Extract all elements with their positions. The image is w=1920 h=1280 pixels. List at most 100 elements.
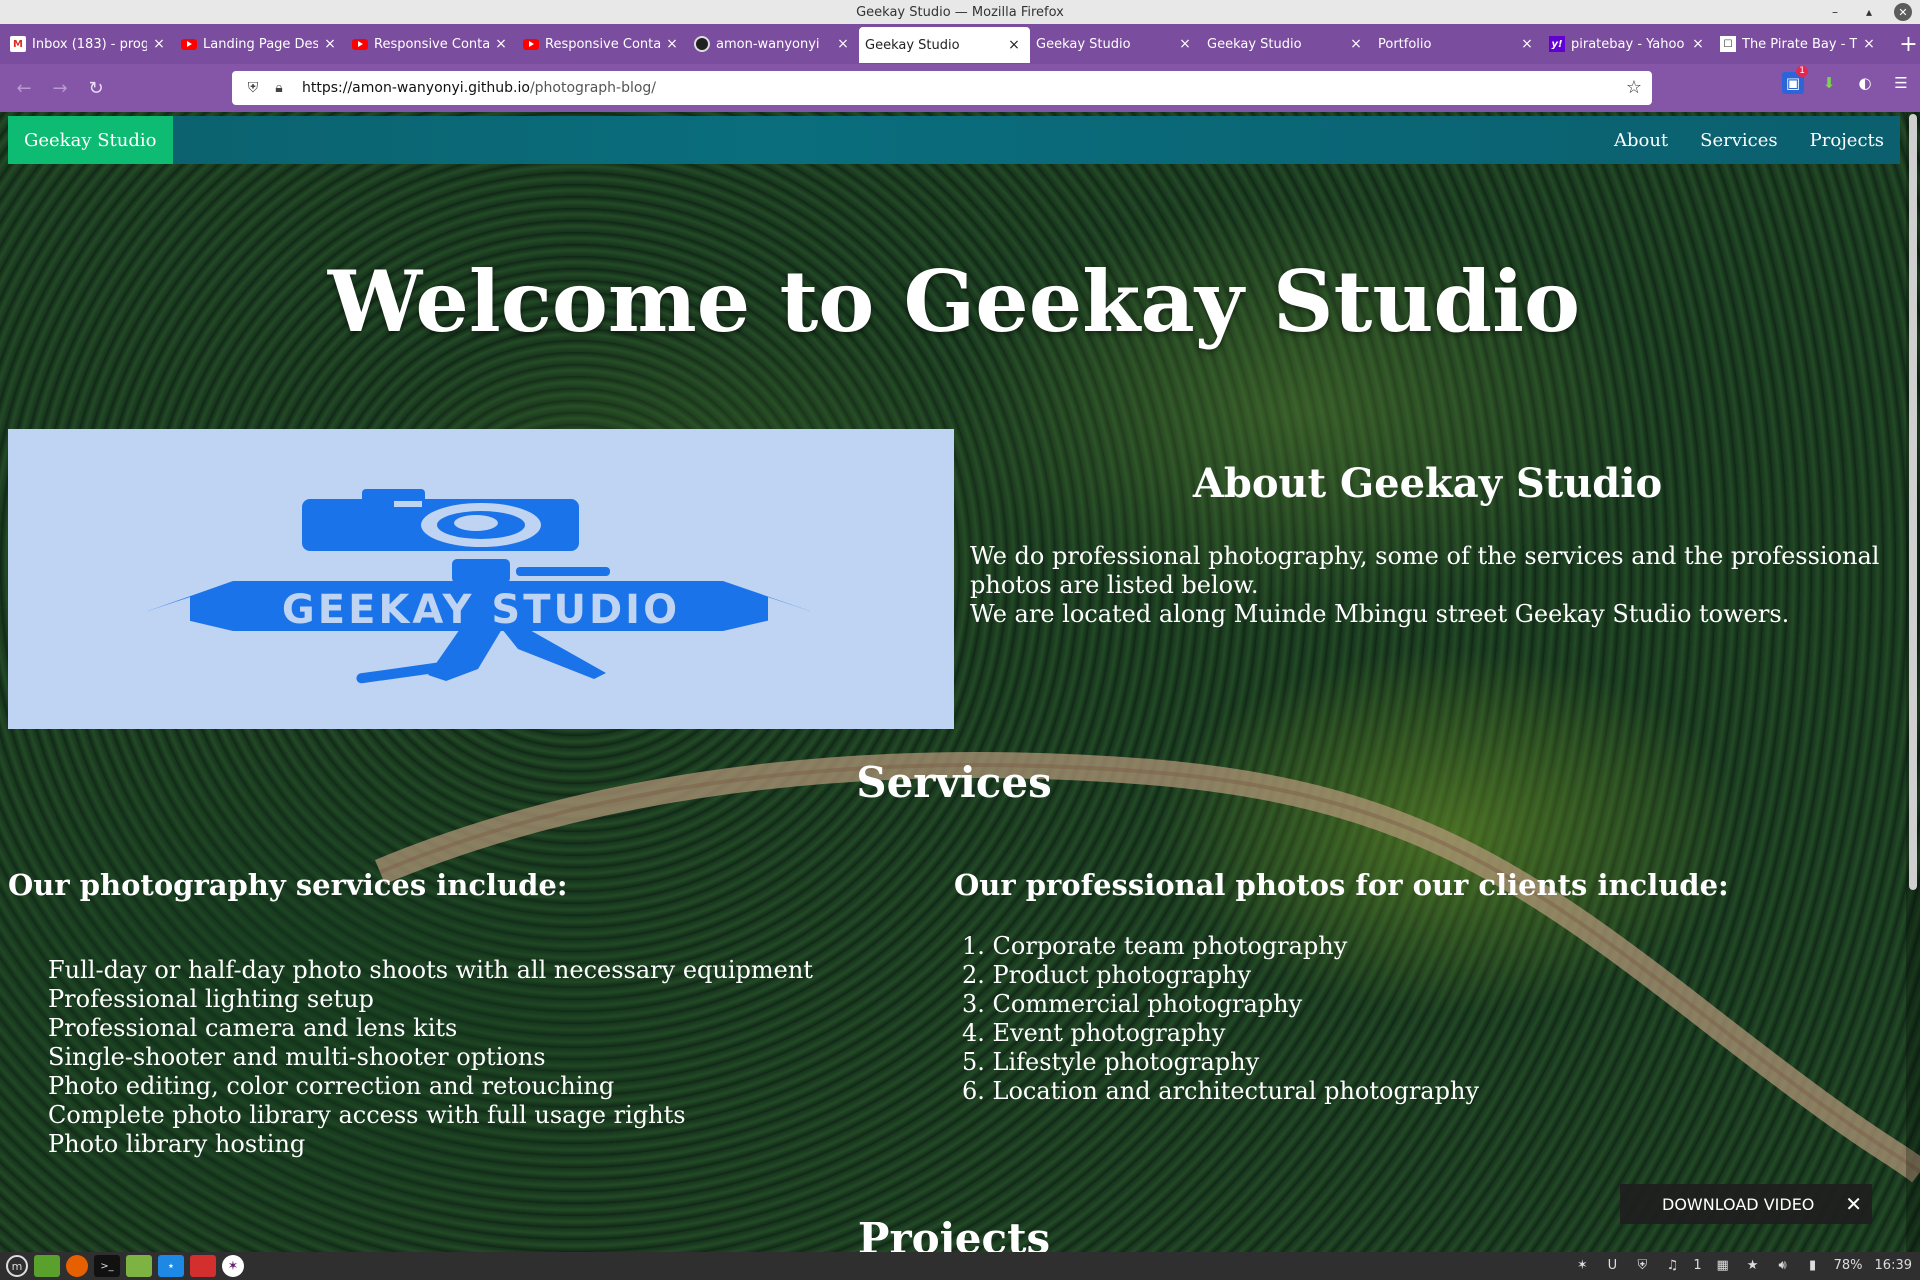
scrollbar[interactable] (1906, 112, 1920, 1252)
list-item: Professional lighting setup (48, 985, 374, 1013)
close-tab-icon[interactable]: × (1006, 37, 1022, 53)
tab-title: Responsive Contac (545, 36, 660, 52)
bookmark-star-icon[interactable]: ☆ (1626, 77, 1642, 98)
shield-icon[interactable]: ⛨ (242, 77, 264, 99)
close-icon[interactable]: ✕ (1845, 1192, 1862, 1216)
site-brand-link[interactable]: Geekay Studio (8, 116, 173, 164)
clipboard-icon[interactable]: ▦ (1714, 1256, 1732, 1274)
browser-tab[interactable]: M Inbox (183) - progr × (4, 27, 175, 61)
nav-link-about[interactable]: About (1614, 130, 1668, 151)
volume-icon[interactable]: 🔊︎ (1774, 1256, 1792, 1274)
maximize-icon[interactable]: ▴ (1860, 3, 1878, 21)
services-right-title: Our professional photos for our clients … (954, 868, 1729, 902)
browser-tab[interactable]: Geekay Studio × (859, 27, 1030, 63)
hero-title: Welcome to Geekay Studio (327, 252, 1581, 351)
close-tab-icon[interactable]: × (1348, 36, 1364, 52)
network-icon[interactable]: ★ (1744, 1256, 1762, 1274)
tab-title: The Pirate Bay - Th (1742, 36, 1857, 52)
magnet-icon[interactable]: U (1603, 1256, 1621, 1274)
close-tab-icon[interactable]: × (1519, 36, 1535, 52)
browser-tab[interactable]: Responsive Contac × (346, 27, 517, 61)
download-video-label[interactable]: DOWNLOAD VIDEO (1662, 1195, 1814, 1214)
extension-badge: 1 (1796, 66, 1808, 77)
logo-text: GEEKAY STUDIO (282, 587, 680, 633)
browser-tab[interactable]: Portfolio × (1372, 27, 1543, 61)
services-title: Services (856, 758, 1052, 807)
browser-tab[interactable]: amon-wanyonyi × (688, 27, 859, 61)
clock[interactable]: 16:39 (1875, 1258, 1912, 1273)
battery-icon[interactable]: ▮ (1804, 1256, 1822, 1274)
back-arrow-icon[interactable]: ← (6, 70, 42, 106)
shield-tray-icon[interactable]: ⛨ (1633, 1256, 1651, 1274)
page-viewport: Geekay Studio About Services Projects We… (0, 112, 1920, 1252)
extension-mask-icon[interactable]: ◐ (1854, 72, 1876, 94)
camera-logo-icon: GEEKAY STUDIO (148, 489, 810, 684)
browser-tab[interactable]: Geekay Studio × (1201, 27, 1372, 61)
start-menu-icon[interactable]: m (6, 1255, 28, 1277)
list-item: Photo editing, color correction and reto… (48, 1072, 615, 1100)
window-titlebar: Geekay Studio — Mozilla Firefox – ▴ ✕ (0, 0, 1920, 24)
close-tab-icon[interactable]: × (493, 36, 509, 52)
url-bar[interactable]: ⛨ 🔒︎ https://amon-wanyonyi.github.io/pho… (232, 71, 1652, 105)
about-line-1: We do professional photography, some of … (970, 542, 1880, 599)
browser-toolbar: ← → ↻ ⛨ 🔒︎ https://amon-wanyonyi.github.… (0, 64, 1920, 112)
nav-link-services[interactable]: Services (1700, 130, 1777, 151)
download-video-popup[interactable]: DOWNLOAD VIDEO ✕ (1620, 1184, 1872, 1224)
list-item: 2. Product photography (962, 961, 1252, 989)
browser-tab[interactable]: Geekay Studio × (1030, 27, 1201, 61)
close-tab-icon[interactable]: × (1177, 36, 1193, 52)
about-title: About Geekay Studio (1192, 460, 1663, 507)
lock-icon[interactable]: 🔒︎ (268, 77, 290, 99)
new-tab-plus-icon[interactable]: + (1897, 32, 1920, 57)
tab-title: Inbox (183) - progr (32, 36, 147, 52)
forward-arrow-icon[interactable]: → (42, 70, 78, 106)
app-red-icon[interactable] (190, 1255, 216, 1277)
battery-percent: 78% (1833, 1257, 1863, 1273)
system-tray: ✶ U ⛨ ♫ 1 ▦ ★ 🔊︎ ▮ 78% 16:39 (1573, 1256, 1912, 1274)
extension-icon[interactable]: ▣ 1 (1782, 66, 1808, 94)
browser-tab[interactable]: Responsive Contac × (517, 27, 688, 61)
close-tab-icon[interactable]: × (322, 36, 338, 52)
browser-tab[interactable]: Landing Page Desi × (175, 27, 346, 61)
tab-strip: M Inbox (183) - progr × Landing Page Desi × R… (0, 24, 1920, 64)
browser-tab[interactable]: ☐ The Pirate Bay - Th × (1714, 27, 1885, 61)
close-tab-icon[interactable]: × (151, 36, 167, 52)
tab-title: Geekay Studio (865, 37, 960, 53)
photos-list: 1. Corporate team photography 2. Product… (962, 932, 1479, 1106)
tab-title: Landing Page Desi (203, 36, 318, 52)
youtube-icon (181, 38, 197, 50)
minimize-icon[interactable]: – (1826, 3, 1844, 21)
files-icon[interactable] (126, 1255, 152, 1277)
list-item: Complete photo library access with full … (48, 1101, 686, 1129)
tab-title: amon-wanyonyi (716, 36, 820, 52)
github-icon (694, 36, 710, 52)
os-taskbar: m >_ ⋆ ✶ ✶ U ⛨ ♫ 1 ▦ ★ 🔊︎ ▮ 78% 16:39 (0, 1252, 1920, 1280)
close-tab-icon[interactable]: × (835, 36, 851, 52)
yahoo-icon: y! (1549, 36, 1565, 52)
slack-tray-icon[interactable]: ✶ (1573, 1256, 1591, 1274)
url-path: /photograph-blog/ (529, 80, 657, 96)
firefox-icon[interactable] (66, 1255, 88, 1277)
url-host: https://amon-wanyonyi.github.io (302, 80, 530, 96)
close-tab-icon[interactable]: × (664, 36, 680, 52)
notification-icon[interactable]: ♫ (1663, 1256, 1681, 1274)
reload-icon[interactable]: ↻ (78, 70, 114, 106)
url-text[interactable]: https://amon-wanyonyi.github.io/photogra… (302, 80, 656, 96)
about-body: We do professional photography, some of … (970, 542, 1900, 629)
youtube-icon (523, 38, 539, 50)
close-window-icon[interactable]: ✕ (1894, 3, 1912, 21)
show-desktop-icon[interactable] (34, 1255, 60, 1277)
list-item: 5. Lifestyle photography (962, 1048, 1260, 1076)
nav-link-projects[interactable]: Projects (1810, 130, 1884, 151)
hamburger-menu-icon[interactable]: ☰ (1890, 72, 1912, 94)
close-tab-icon[interactable]: × (1690, 36, 1706, 52)
list-item: 3. Commercial photography (962, 990, 1303, 1018)
slack-icon[interactable]: ✶ (222, 1255, 244, 1277)
vscode-icon[interactable]: ⋆ (158, 1255, 184, 1277)
download-helper-icon[interactable]: ⬇ (1818, 72, 1840, 94)
list-item: 1. Corporate team photography (962, 932, 1348, 960)
browser-tab[interactable]: y! piratebay - Yahoo S × (1543, 27, 1714, 61)
scrollbar-thumb[interactable] (1909, 114, 1917, 890)
terminal-icon[interactable]: >_ (94, 1255, 120, 1277)
close-tab-icon[interactable]: × (1861, 36, 1877, 52)
